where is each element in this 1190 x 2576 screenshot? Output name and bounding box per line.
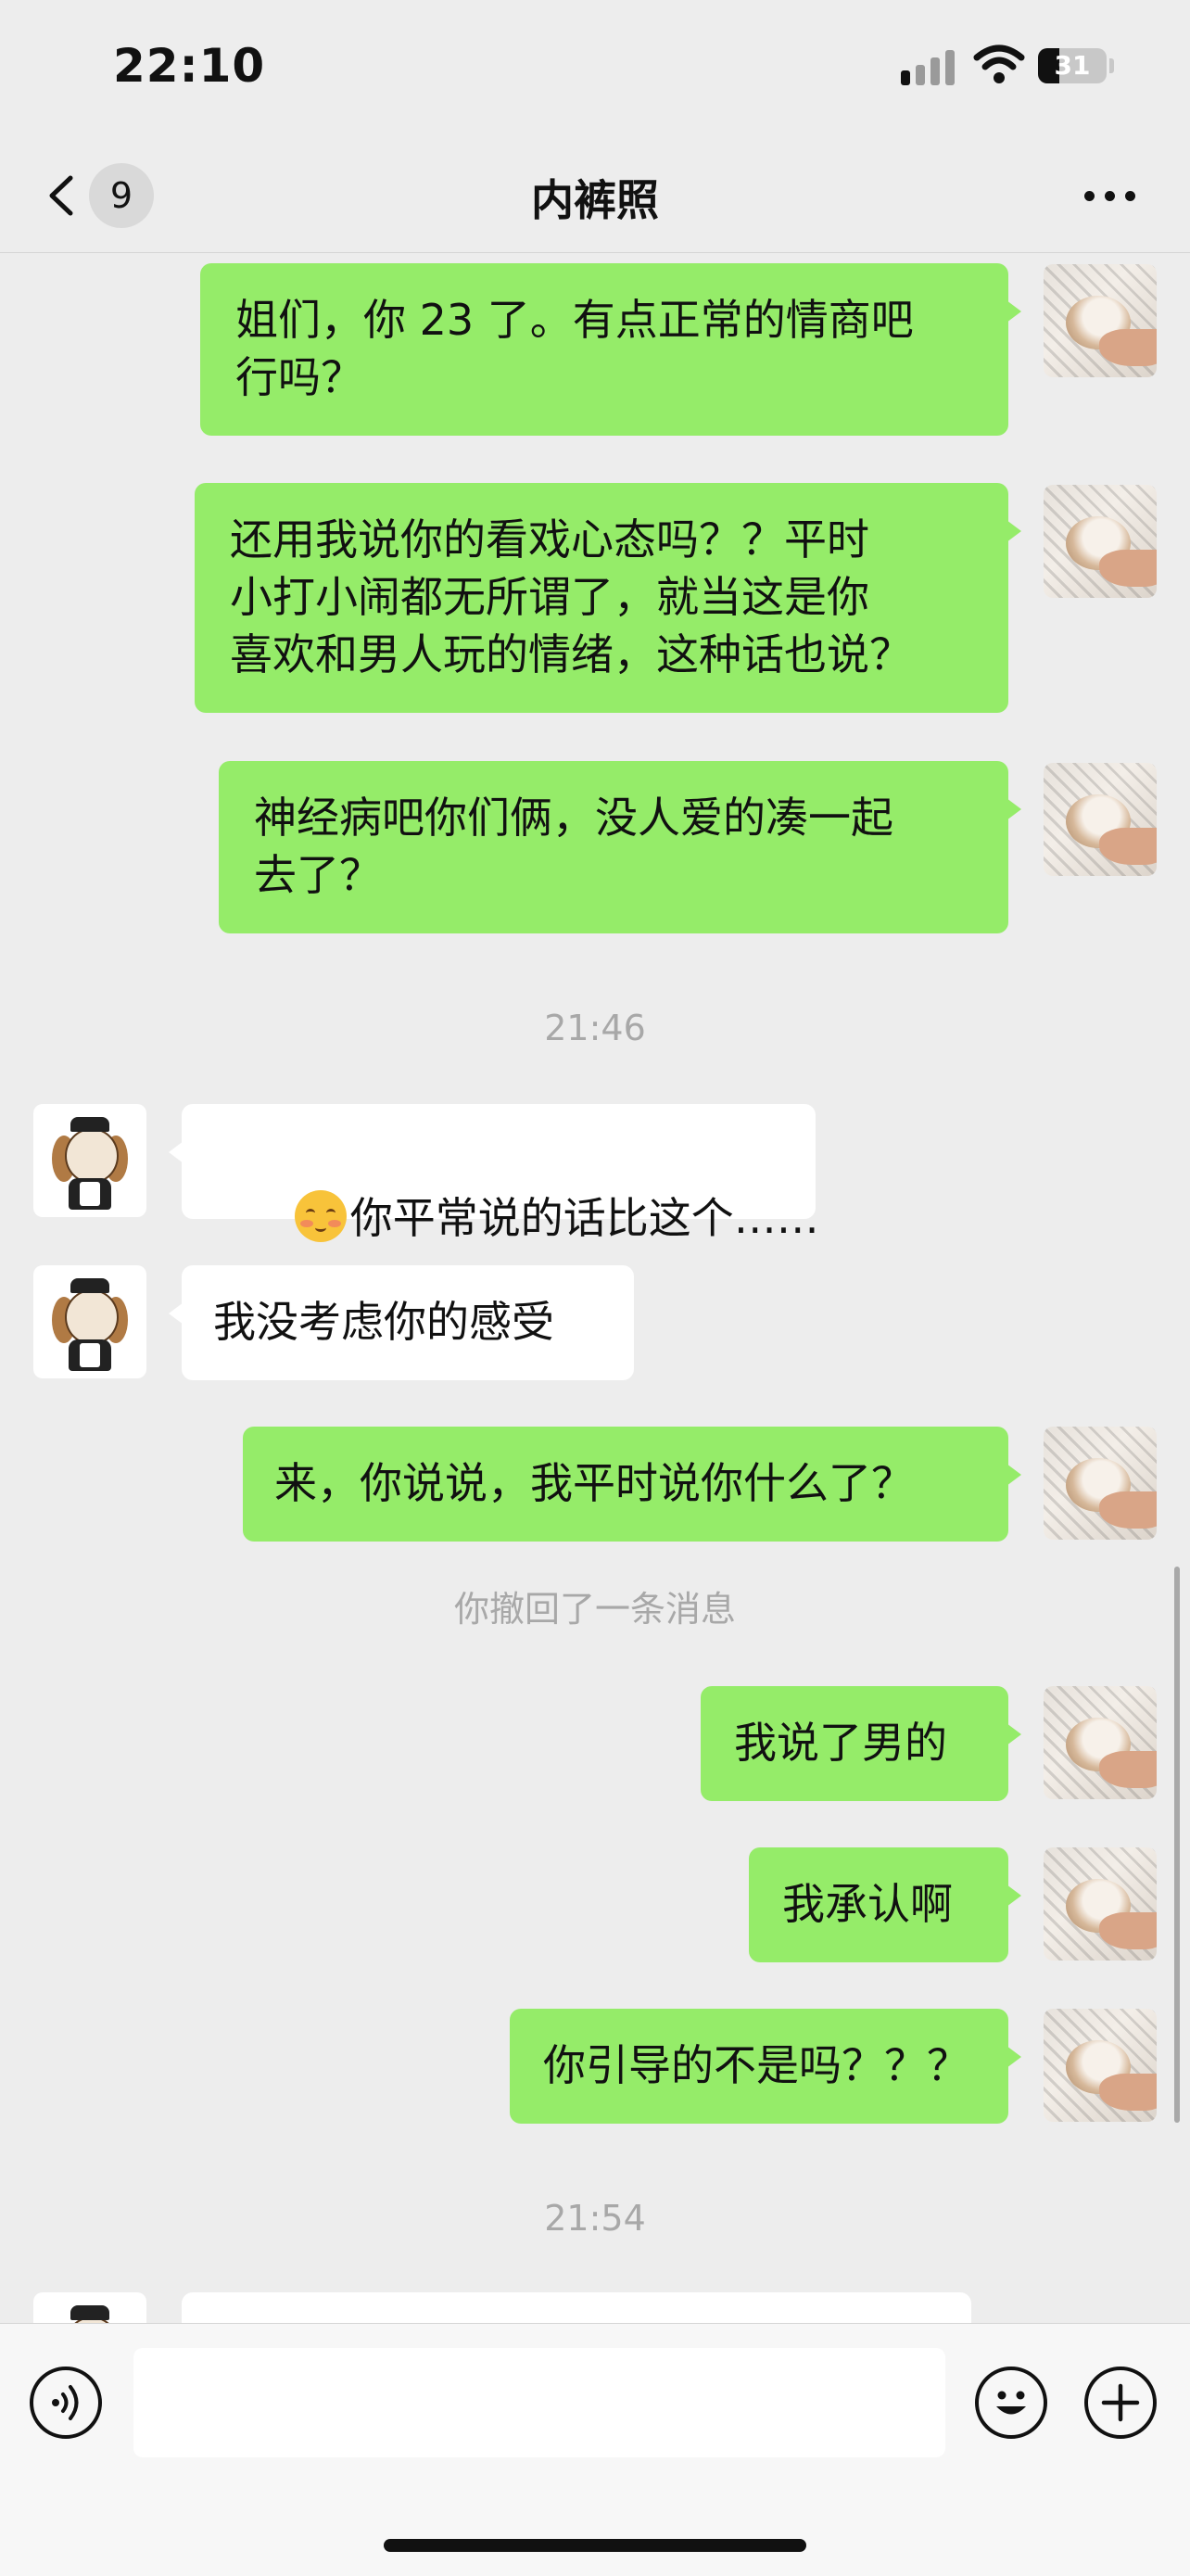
contact-avatar[interactable] — [33, 2292, 146, 2323]
message-text: 你引导的不是吗？？？ — [543, 2040, 969, 2090]
my-avatar[interactable] — [1044, 485, 1157, 598]
voice-button[interactable] — [30, 2367, 102, 2439]
input-bar — [0, 2323, 1190, 2576]
outgoing-message[interactable]: 我说了男的 — [701, 1686, 1021, 1801]
message-text: 去了？ — [254, 850, 382, 900]
more-options-button[interactable] — [1081, 176, 1140, 213]
message-text: 我说了男的 — [734, 1718, 947, 1768]
home-indicator[interactable] — [384, 2539, 806, 2552]
battery-percent: 31 — [1054, 50, 1091, 81]
add-button[interactable] — [1084, 2367, 1157, 2439]
my-avatar[interactable] — [1044, 763, 1157, 876]
message-input[interactable] — [133, 2348, 945, 2457]
contact-avatar[interactable] — [33, 1265, 146, 1378]
chat-header: 9 内裤照 — [0, 139, 1190, 253]
wifi-icon — [973, 44, 1025, 83]
more-dots-icon — [1084, 191, 1095, 201]
message-text: 行吗？ — [235, 352, 363, 402]
message-text: 姐们，你 23 了。有点正常的情商吧 — [235, 295, 914, 345]
status-time: 22:10 — [113, 39, 266, 93]
my-avatar[interactable] — [1044, 1847, 1157, 1961]
message-text: 我承认啊 — [782, 1879, 953, 1929]
message-list[interactable]: 姐们，你 23 了。有点正常的情商吧 行吗？ 还用我说你的看戏心态吗？？平时 小… — [0, 253, 1190, 2323]
my-avatar[interactable] — [1044, 1427, 1157, 1540]
battery-tip — [1109, 58, 1114, 73]
timestamp: 21:54 — [544, 2198, 646, 2239]
chat-title: 内裤照 — [531, 175, 659, 225]
add-icon — [1101, 2383, 1140, 2422]
cellular-signal-icon — [901, 48, 958, 85]
my-avatar[interactable] — [1044, 1686, 1157, 1799]
incoming-message[interactable]: 你平常说的话比这个…… — [169, 1104, 819, 1243]
pouting-face-icon — [294, 1190, 347, 1242]
status-bar: 22:10 31 — [0, 0, 1190, 139]
incoming-message[interactable] — [182, 2292, 971, 2323]
my-avatar[interactable] — [1044, 2009, 1157, 2122]
scroll-indicator[interactable] — [1174, 1567, 1180, 2123]
outgoing-message[interactable]: 我承认啊 — [749, 1847, 1021, 1962]
voice-icon — [52, 2385, 79, 2420]
outgoing-message[interactable]: 还用我说你的看戏心态吗？？平时 小打小闹都无所谓了，就当这是你 喜欢和男人玩的情… — [195, 483, 1021, 713]
outgoing-message[interactable]: 姐们，你 23 了。有点正常的情商吧 行吗？ — [200, 263, 1021, 436]
message-text: 你平常说的话比这个…… — [349, 1193, 819, 1243]
outgoing-message[interactable]: 来，你说说，我平时说你什么了？ — [243, 1427, 1021, 1542]
incoming-message[interactable]: 我没考虑你的感受 — [169, 1265, 634, 1380]
outgoing-message[interactable]: 你引导的不是吗？？？ — [510, 2009, 1021, 2124]
message-text: 喜欢和男人玩的情绪，这种话也说？ — [230, 629, 912, 679]
message-text: 还用我说你的看戏心态吗？？平时 — [230, 514, 869, 565]
my-avatar[interactable] — [1044, 264, 1157, 377]
message-text: 小打小闹都无所谓了，就当这是你 — [230, 572, 869, 622]
outgoing-message[interactable]: 神经病吧你们俩，没人爱的凑一起 去了？ — [219, 761, 1021, 933]
emoji-icon — [996, 2391, 1026, 2415]
battery-icon: 31 — [1038, 48, 1107, 83]
contact-avatar[interactable] — [33, 1104, 146, 1217]
timestamp: 21:46 — [544, 1008, 646, 1048]
recalled-message-notice: 你撤回了一条消息 — [453, 1589, 736, 1630]
message-text: 来，你说说，我平时说你什么了？ — [274, 1458, 914, 1508]
message-text: 我没考虑你的感受 — [213, 1297, 554, 1347]
emoji-button[interactable] — [975, 2367, 1047, 2439]
message-text: 神经病吧你们俩，没人爱的凑一起 — [254, 793, 893, 843]
